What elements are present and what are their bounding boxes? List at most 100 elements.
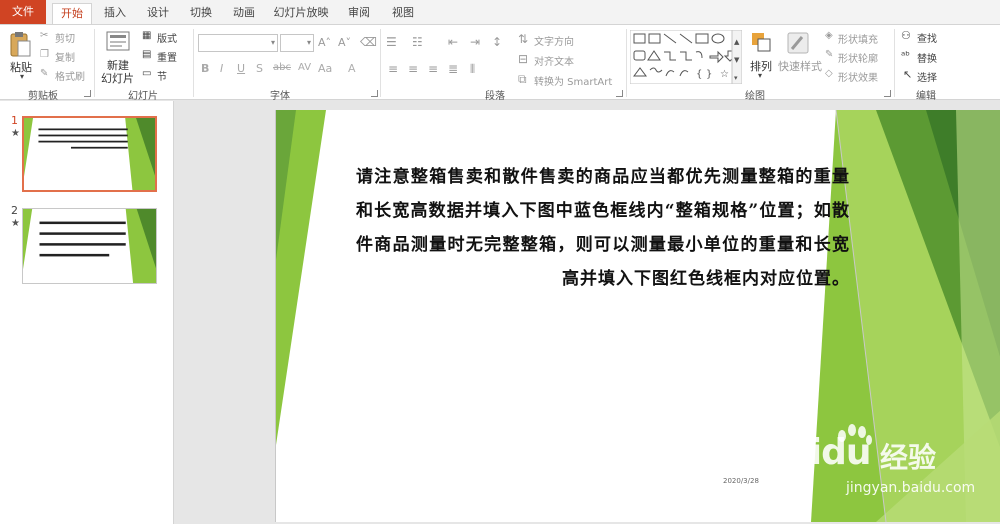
slide-body-text[interactable]: 请注意整箱售卖和散件售卖的商品应当都优先测量整箱的重量和长宽高数据并填入下图中蓝…	[356, 160, 850, 296]
text-direction-icon[interactable]: ⇅	[518, 32, 528, 46]
new-slide-icon[interactable]	[106, 31, 130, 53]
shape-effects-icon[interactable]: ◇	[825, 68, 833, 79]
animation-star-icon: ★	[11, 128, 20, 139]
group-divider	[193, 29, 194, 97]
chevron-down-icon[interactable]: ▾	[758, 71, 762, 80]
thumbnail-preview	[23, 209, 156, 283]
char-spacing-icon[interactable]: AV	[298, 62, 311, 73]
text-direction-button[interactable]: 文字方向	[534, 33, 574, 48]
svg-text:▲: ▲	[734, 38, 740, 46]
cursor-icon[interactable]: ↖	[903, 68, 912, 81]
drawing-launcher-icon[interactable]	[884, 90, 891, 97]
font-color-icon[interactable]: A	[348, 62, 356, 75]
change-case-icon[interactable]: Aa	[318, 62, 332, 75]
binoculars-icon[interactable]: ⚇	[901, 29, 911, 42]
clipboard-launcher-icon[interactable]	[84, 90, 91, 97]
align-center-icon[interactable]: ≡	[408, 62, 418, 76]
format-painter-icon[interactable]: ✎	[40, 68, 48, 79]
smartart-icon[interactable]: ⧉	[518, 72, 527, 87]
increase-indent-icon[interactable]: ⇥	[470, 35, 480, 49]
layout-button[interactable]: 版式	[157, 30, 177, 45]
group-divider	[894, 29, 895, 97]
shape-effects-button[interactable]: 形状效果	[838, 69, 878, 84]
section-button[interactable]: 节	[157, 68, 167, 83]
cut-icon[interactable]: ✂	[40, 30, 48, 41]
reset-button[interactable]: 重置	[157, 49, 177, 64]
shadow-icon[interactable]: S	[256, 62, 263, 75]
copy-icon[interactable]: ❐	[40, 49, 49, 60]
reset-icon[interactable]: ▤	[142, 49, 151, 60]
tab-file[interactable]: 文件	[0, 0, 46, 24]
chevron-down-icon: ▾	[270, 38, 275, 47]
bold-icon[interactable]: B	[201, 62, 209, 75]
slide-thumbnail-2[interactable]	[22, 208, 157, 284]
tab-insert[interactable]: 插入	[96, 3, 134, 24]
font-launcher-icon[interactable]	[371, 90, 378, 97]
paste-dropdown-icon[interactable]: ▾	[20, 72, 24, 81]
decrease-indent-icon[interactable]: ⇤	[448, 35, 458, 49]
ribbon: 粘贴 ▾ ✂ 剪切 ❐ 复制 ✎ 格式刷 剪贴板 新建 幻灯片 ▦ 版式 ▤ 重…	[0, 24, 1000, 102]
grow-font-icon[interactable]: A˄	[318, 36, 331, 49]
svg-text:{: {	[696, 69, 702, 80]
tab-home[interactable]: 开始	[52, 3, 92, 24]
quick-styles-button[interactable]: 快速样式	[778, 58, 822, 74]
strikethrough-icon[interactable]: abc	[273, 62, 291, 73]
group-divider	[626, 29, 627, 97]
quick-styles-icon[interactable]	[786, 31, 810, 55]
tab-review[interactable]: 审阅	[340, 3, 378, 24]
section-icon[interactable]: ▭	[142, 68, 151, 79]
ribbon-tab-bar: 文件 开始 插入 设计 切换 动画 幻灯片放映 审阅 视图	[0, 0, 1000, 24]
convert-smartart-button[interactable]: 转换为 SmartArt	[534, 73, 612, 88]
chevron-down-icon: ▾	[306, 38, 311, 47]
select-button[interactable]: 选择	[917, 69, 937, 84]
svg-text:}: }	[706, 69, 712, 80]
group-divider	[94, 29, 95, 97]
align-text-icon[interactable]: ⊟	[518, 52, 528, 66]
shape-outline-icon[interactable]: ✎	[825, 49, 833, 60]
bullets-icon[interactable]: ☰	[386, 35, 397, 49]
format-painter-button[interactable]: 格式刷	[55, 68, 85, 83]
clear-formatting-icon[interactable]: ⌫	[360, 35, 377, 49]
shape-fill-icon[interactable]: ◈	[825, 30, 833, 41]
clipboard-group-label: 剪贴板	[28, 91, 58, 102]
slide-thumbnail-1[interactable]	[22, 116, 157, 192]
thumbnail-number: 2	[11, 204, 18, 217]
layout-icon[interactable]: ▦	[142, 30, 151, 41]
shape-fill-button[interactable]: 形状填充	[838, 31, 878, 46]
numbering-icon[interactable]: ☷	[412, 35, 423, 49]
font-size-combo[interactable]: ▾	[280, 34, 314, 52]
cut-button[interactable]: 剪切	[55, 30, 75, 45]
tab-view[interactable]: 视图	[384, 3, 422, 24]
italic-icon[interactable]: I	[220, 62, 223, 75]
line-spacing-icon[interactable]: ↕	[492, 35, 502, 49]
editing-group-label: 编辑	[916, 91, 936, 102]
font-name-combo[interactable]: ▾	[198, 34, 278, 52]
tab-transitions[interactable]: 切换	[182, 3, 220, 24]
tab-slideshow[interactable]: 幻灯片放映	[270, 3, 332, 24]
columns-icon[interactable]: ⫴	[470, 62, 475, 77]
tab-design[interactable]: 设计	[139, 3, 177, 24]
shrink-font-icon[interactable]: A˅	[338, 36, 351, 49]
svg-text:▼: ▼	[734, 56, 740, 64]
tab-animations[interactable]: 动画	[225, 3, 263, 24]
arrange-icon[interactable]	[750, 31, 772, 53]
shape-outline-button[interactable]: 形状轮廓	[838, 50, 878, 65]
shapes-gallery[interactable]: { } ☆ ▲ ▼ ▾	[630, 30, 742, 84]
drawing-group-label: 绘图	[745, 91, 765, 102]
align-text-button[interactable]: 对齐文本	[534, 53, 574, 68]
watermark-url: jingyan.baidu.com	[846, 480, 976, 496]
copy-button[interactable]: 复制	[55, 49, 75, 64]
paste-icon[interactable]	[8, 31, 32, 59]
replace-button[interactable]: 替换	[917, 50, 937, 65]
align-left-icon[interactable]: ≡	[388, 62, 398, 76]
underline-icon[interactable]: U	[237, 62, 245, 75]
watermark-brand-cn: 经验	[880, 441, 937, 474]
replace-icon[interactable]: ᵃᵇ	[901, 49, 910, 62]
justify-icon[interactable]: ≣	[448, 62, 458, 76]
paragraph-launcher-icon[interactable]	[616, 90, 623, 97]
find-button[interactable]: 查找	[917, 30, 937, 45]
align-right-icon[interactable]: ≡	[428, 62, 438, 76]
new-slide-dropdown[interactable]: 幻灯片	[101, 70, 134, 86]
slide-date: 2020/3/28	[723, 477, 759, 485]
slide-thumbnail-pane: 1 ★ 2 ★	[0, 101, 174, 524]
